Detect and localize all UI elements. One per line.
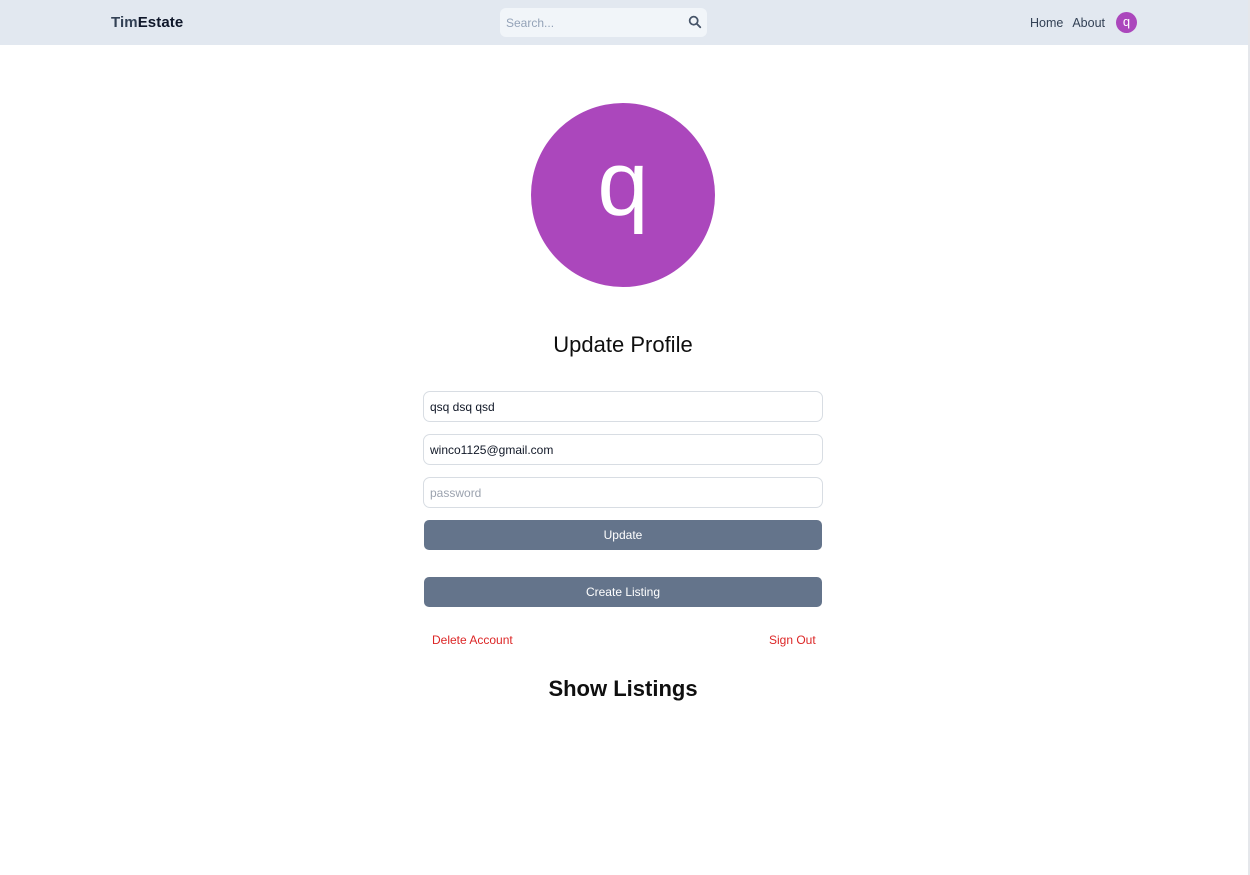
sign-out-link[interactable]: Sign Out <box>769 633 816 647</box>
logo-part-estate: Estate <box>137 14 184 31</box>
password-field[interactable] <box>423 477 823 508</box>
search-input[interactable] <box>500 8 680 37</box>
site-logo[interactable]: TimEstate <box>111 14 183 31</box>
search-form <box>500 8 707 37</box>
create-listing-button[interactable]: Create Listing <box>424 577 822 607</box>
nav-about-link[interactable]: About <box>1072 16 1105 30</box>
search-icon[interactable] <box>688 15 702 29</box>
delete-account-link[interactable]: Delete Account <box>432 633 513 647</box>
username-field[interactable] <box>423 391 823 422</box>
nav-home-link[interactable]: Home <box>1030 16 1063 30</box>
logo-part-tim: Tim <box>111 14 138 31</box>
user-avatar[interactable]: q <box>1116 12 1138 33</box>
top-navbar: TimEstate Home About q <box>0 0 1248 45</box>
update-button[interactable]: Update <box>424 520 822 550</box>
show-listings-button[interactable]: Show Listings <box>0 676 1246 702</box>
page-title: Update Profile <box>553 332 693 357</box>
main-nav: Home About q <box>1030 0 1138 45</box>
email-field[interactable] <box>423 434 823 465</box>
profile-avatar[interactable]: q <box>531 103 715 287</box>
profile-page: TimEstate Home About q q Update Profile … <box>0 0 1250 875</box>
